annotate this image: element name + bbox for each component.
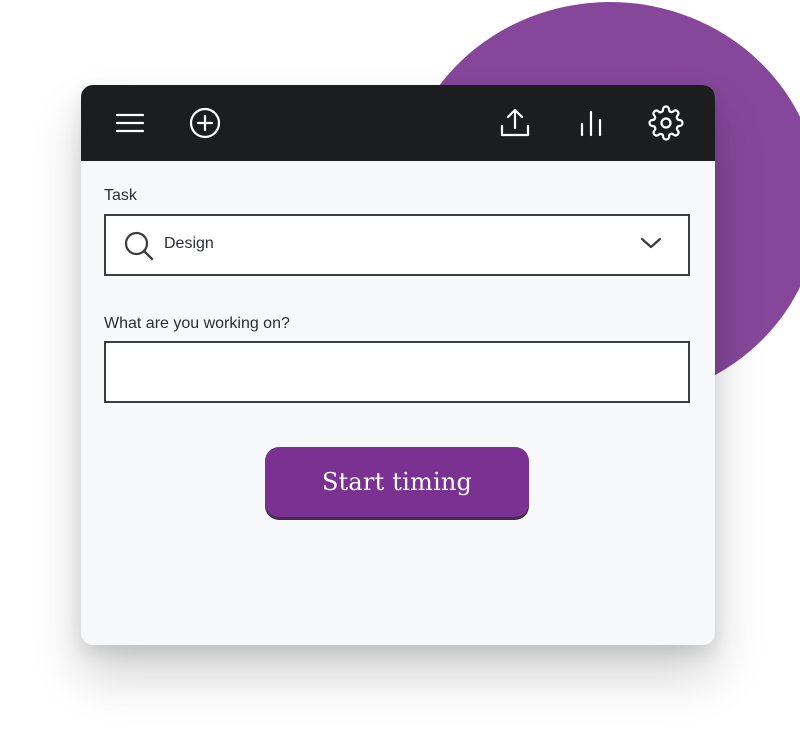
menu-icon — [115, 113, 145, 133]
start-timing-label: Start timing — [321, 468, 473, 496]
working-on-label: What are you working on? — [104, 315, 290, 332]
export-button[interactable] — [496, 104, 534, 142]
search-icon — [124, 231, 154, 261]
task-label: Task — [104, 187, 137, 204]
stage: Task Design What are you working on? Sta… — [0, 0, 800, 754]
menu-button[interactable] — [111, 104, 149, 142]
upload-icon — [500, 108, 530, 137]
task-select-value: Design — [164, 235, 214, 252]
chevron-down-icon — [640, 237, 662, 249]
start-timing-button[interactable]: Start timing — [265, 447, 529, 517]
stats-button[interactable] — [572, 104, 610, 142]
settings-button[interactable] — [647, 104, 685, 142]
add-circle-icon — [189, 107, 221, 139]
app-window: Task Design What are you working on? Sta… — [81, 85, 715, 645]
settings-icon — [648, 105, 684, 141]
stats-icon — [580, 110, 602, 137]
toolbar — [81, 85, 715, 161]
add-button[interactable] — [186, 104, 224, 142]
task-select[interactable]: Design — [104, 214, 690, 276]
working-on-input[interactable] — [104, 341, 690, 403]
